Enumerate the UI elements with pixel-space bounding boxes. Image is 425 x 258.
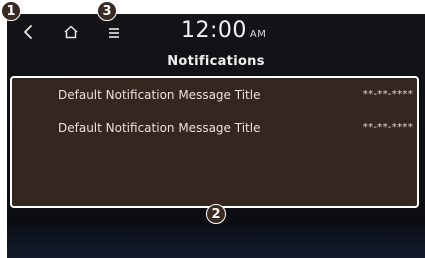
notification-date: **-**-****: [362, 89, 413, 100]
status-bar: 12:00 AM: [7, 14, 425, 52]
back-icon[interactable]: [21, 23, 35, 41]
home-icon[interactable]: [63, 24, 79, 40]
callout-marker: 1: [1, 1, 21, 21]
page-title: Notifications: [167, 54, 265, 69]
menu-icon[interactable]: [107, 25, 121, 39]
bottom-band: [7, 226, 425, 258]
notification-list: Default Notification Message Title **-**…: [10, 76, 419, 208]
notification-title: Default Notification Message Title: [58, 121, 261, 135]
notification-item[interactable]: Default Notification Message Title **-**…: [12, 113, 417, 145]
notification-title: Default Notification Message Title: [58, 88, 261, 102]
notification-date: **-**-****: [362, 122, 413, 133]
notification-item[interactable]: Default Notification Message Title **-**…: [12, 80, 417, 112]
clock: 12:00 AM: [181, 18, 266, 43]
clock-ampm: AM: [249, 29, 267, 40]
callout-marker: 2: [206, 204, 226, 224]
callout-marker: 3: [97, 1, 117, 21]
clock-time: 12:00: [181, 18, 247, 43]
